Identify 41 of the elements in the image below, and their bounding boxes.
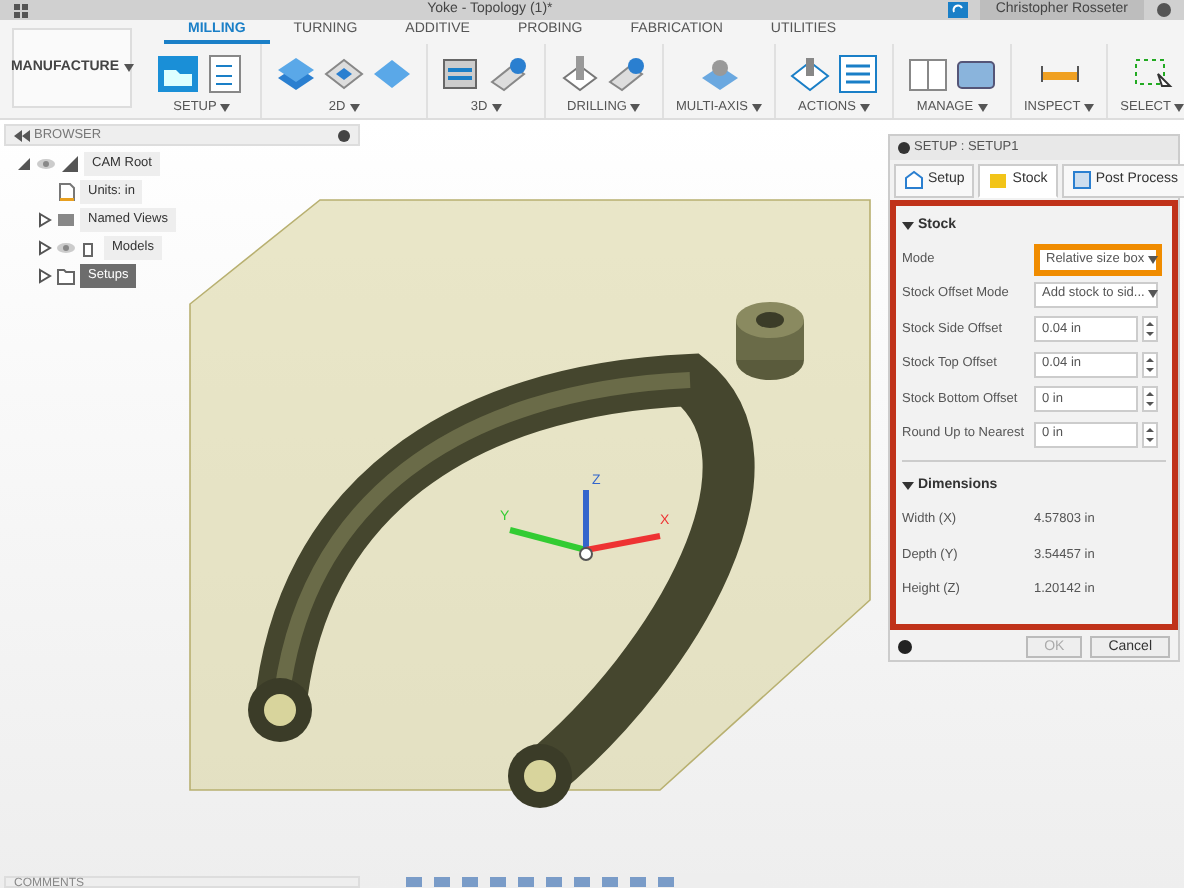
simulate-icon[interactable] [788, 54, 832, 95]
folder-icon [56, 210, 76, 230]
stock-icon [988, 170, 1009, 191]
caret-icon [1174, 104, 1184, 113]
spinner-icon[interactable] [1142, 316, 1158, 343]
layers-icon[interactable] [274, 54, 318, 95]
post-process-icon [1071, 170, 1092, 191]
pocket-icon[interactable] [322, 54, 366, 95]
collapse-arrow-icon[interactable] [16, 156, 32, 172]
eye-icon[interactable] [56, 240, 76, 256]
caret-icon [123, 64, 134, 72]
spinner-icon[interactable] [1142, 351, 1158, 378]
drill-icon[interactable] [558, 54, 602, 95]
caret-icon [977, 104, 988, 113]
expand-arrow-icon[interactable] [36, 268, 52, 284]
caret-icon [752, 104, 762, 113]
caret-icon [491, 104, 502, 113]
caret-icon [1148, 255, 1159, 264]
grid-menu-icon[interactable] [12, 2, 32, 18]
tool-icon[interactable] [488, 54, 532, 95]
eye-icon[interactable] [36, 156, 56, 172]
folder-icon[interactable] [156, 54, 200, 95]
caret-icon [349, 104, 360, 113]
gcode-icon[interactable] [836, 54, 880, 95]
spinner-icon[interactable] [1142, 421, 1158, 448]
expand-arrow-icon[interactable] [36, 240, 52, 256]
caret-icon [220, 104, 231, 113]
caret-icon [630, 104, 641, 113]
caret-icon [1148, 290, 1159, 299]
tool-library-icon[interactable] [906, 54, 950, 95]
spinner-icon[interactable] [1142, 386, 1158, 413]
caret-icon [1084, 104, 1095, 113]
caret-icon [859, 104, 870, 113]
sync-icon[interactable] [947, 2, 968, 18]
multi-axis-icon[interactable] [697, 54, 741, 95]
setup-icon [904, 170, 924, 191]
folder-icon [56, 266, 76, 286]
collapse-icon[interactable] [14, 129, 30, 141]
expand-arrow-icon[interactable] [36, 212, 52, 228]
document-icon [56, 182, 76, 202]
tool-icon[interactable] [606, 54, 650, 95]
